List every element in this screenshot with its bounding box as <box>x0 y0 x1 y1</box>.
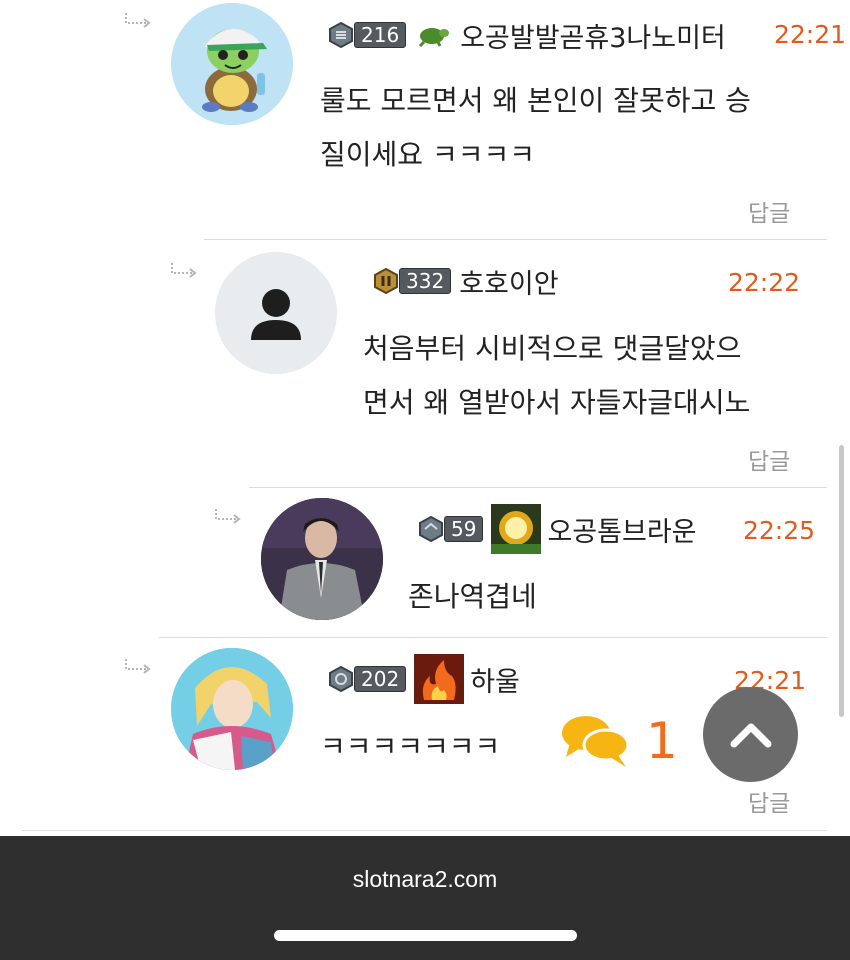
browser-address-bar <box>0 836 850 960</box>
comment-line: 질이세요 ㅋㅋㅋㅋ <box>320 138 535 171</box>
avatar[interactable] <box>171 3 293 125</box>
author-name[interactable]: 오공발발곧휴3나노미터 <box>460 16 726 55</box>
level-badge: 202 <box>328 666 407 692</box>
rank-icon <box>419 516 443 542</box>
default-user-icon <box>215 252 337 374</box>
flame-emblem-icon <box>414 654 465 704</box>
avatar[interactable] <box>171 648 293 770</box>
scrollbar[interactable] <box>839 445 844 717</box>
reply-arrow-icon <box>125 659 151 674</box>
comment-body: 처음부터 시비적으로 댓글달았으 면서 왜 열받아서 자들자글대시노 <box>363 322 750 430</box>
reply-arrow-icon <box>215 509 241 524</box>
address-domain[interactable]: slotnara2.com <box>0 866 850 893</box>
avatar[interactable] <box>261 498 383 620</box>
scroll-top-button[interactable] <box>703 687 798 782</box>
reply-arrow-icon <box>125 13 151 28</box>
comment-line: 처음부터 시비적으로 댓글달았으 <box>363 332 742 365</box>
comment-meta: 59 오공톰브라운 <box>418 504 697 554</box>
comment-line: 룰도 모르면서 왜 본인이 잘못하고 승 <box>320 84 751 117</box>
comment-count-widget[interactable]: 1 <box>560 712 678 770</box>
level-badge: 332 <box>373 268 452 294</box>
turtle-emblem-icon <box>419 28 450 48</box>
comment-line: 면서 왜 열받아서 자들자글대시노 <box>363 386 751 419</box>
comment-time: 22:22 <box>728 268 801 297</box>
turtle-avatar-icon <box>171 3 293 125</box>
comment-line: 존나역겹네 <box>408 580 537 613</box>
reply-arrow-icon <box>171 263 197 278</box>
divider <box>22 830 827 831</box>
comment-time: 22:25 <box>743 516 816 545</box>
reply-button[interactable]: 답글 <box>748 784 790 818</box>
anime-avatar-icon <box>171 648 293 770</box>
level-number: 216 <box>354 22 407 48</box>
rank-icon <box>329 22 353 48</box>
comment-meta: 202 하울 <box>328 654 520 704</box>
chat-bubble-icon <box>562 716 630 767</box>
author-name[interactable]: 오공톰브라운 <box>547 510 696 549</box>
level-number: 202 <box>354 666 407 692</box>
level-number: 59 <box>444 516 484 542</box>
level-number: 332 <box>399 268 452 294</box>
profile-photo-icon <box>261 498 383 620</box>
comment-body: 룰도 모르면서 왜 본인이 잘못하고 승 질이세요 ㅋㅋㅋㅋ <box>320 74 751 182</box>
comment-item: 332 호호이안 22:22 처음부터 시비적으로 댓글달았으 면서 왜 열받아… <box>0 240 850 487</box>
comment-line: ㅋㅋㅋㅋㅋㅋㅋ <box>320 730 501 763</box>
comment-body: ㅋㅋㅋㅋㅋㅋㅋ <box>320 720 500 774</box>
comment-body: 존나역겹네 <box>408 570 537 624</box>
fire-emblem-icon <box>491 504 542 554</box>
home-indicator[interactable] <box>274 930 577 941</box>
level-badge: 59 <box>418 516 484 542</box>
reply-button[interactable]: 답글 <box>748 442 790 476</box>
comment-meta: 332 호호이안 <box>373 261 559 301</box>
comment-item: 59 오공톰브라운 22:25 존나역겹네 <box>0 488 850 637</box>
chevron-up-icon <box>730 723 771 747</box>
avatar[interactable] <box>215 252 337 374</box>
comment-item: 216 오공발발곧휴3나노미터 22:21 룰도 모르면서 왜 본인이 잘못하고… <box>0 0 850 240</box>
rank-icon <box>374 268 398 294</box>
author-name[interactable]: 하울 <box>470 660 520 699</box>
comment-time: 22:21 <box>774 20 847 49</box>
rank-icon <box>329 666 353 692</box>
comment-meta: 216 오공발발곧휴3나노미터 <box>328 15 726 55</box>
level-badge: 216 <box>328 22 407 48</box>
author-name[interactable]: 호호이안 <box>459 262 558 301</box>
comment-count: 1 <box>646 712 678 770</box>
reply-button[interactable]: 답글 <box>748 194 790 228</box>
